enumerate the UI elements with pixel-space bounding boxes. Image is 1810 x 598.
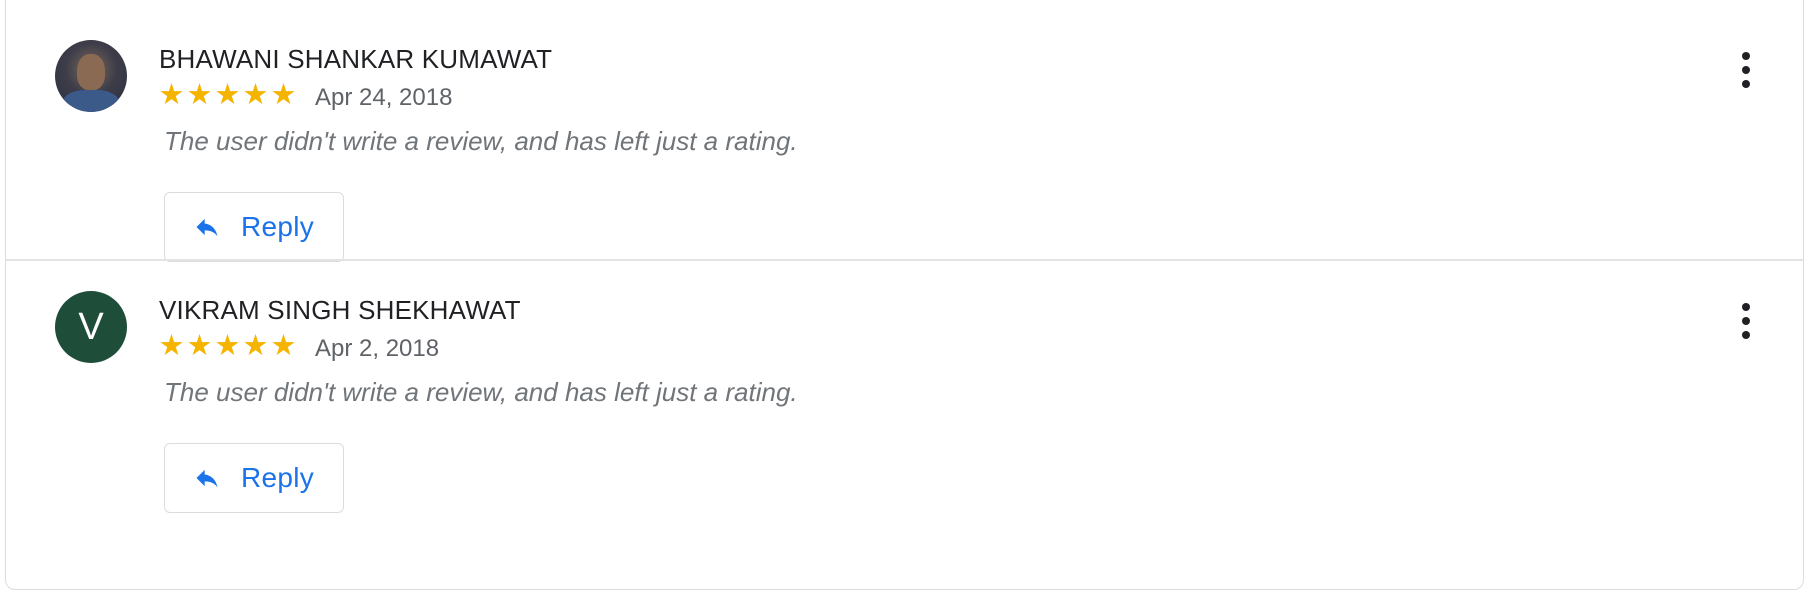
dot: [1742, 80, 1750, 88]
dot: [1742, 66, 1750, 74]
reviews-card: BHAWANI SHANKAR KUMAWAT ★ ★ ★ ★ ★ Apr 24…: [5, 0, 1804, 590]
star-icon: ★: [186, 330, 213, 362]
reviewer-name: BHAWANI SHANKAR KUMAWAT: [159, 44, 553, 74]
more-vert-icon[interactable]: [1734, 301, 1758, 341]
review-item: V VIKRAM SINGH SHEKHAWAT ★ ★ ★ ★ ★ Apr 2…: [6, 259, 1803, 551]
star-icon: ★: [270, 330, 297, 362]
reply-icon: [196, 218, 218, 237]
star-rating: ★ ★ ★ ★ ★: [158, 80, 297, 110]
more-vert-icon[interactable]: [1734, 50, 1758, 90]
star-icon: ★: [270, 79, 297, 111]
reply-label: Reply: [241, 211, 315, 242]
review-text: The user didn't write a review, and has …: [164, 377, 798, 407]
star-icon: ★: [158, 79, 185, 111]
reply-button[interactable]: Reply: [164, 443, 344, 513]
dot: [1742, 52, 1750, 60]
review-text: The user didn't write a review, and has …: [164, 126, 798, 156]
reply-label: Reply: [241, 462, 315, 493]
review-date: Apr 24, 2018: [315, 84, 453, 111]
avatar: [55, 40, 127, 112]
reply-button[interactable]: Reply: [164, 192, 344, 262]
dot: [1742, 317, 1750, 325]
star-icon: ★: [186, 79, 213, 111]
star-rating: ★ ★ ★ ★ ★: [158, 331, 297, 361]
dot: [1742, 303, 1750, 311]
reply-icon: [196, 469, 218, 488]
review-item: BHAWANI SHANKAR KUMAWAT ★ ★ ★ ★ ★ Apr 24…: [6, 10, 1803, 300]
star-icon: ★: [214, 79, 241, 111]
review-date: Apr 2, 2018: [315, 335, 440, 362]
avatar: V: [55, 291, 127, 363]
avatar-shirt: [63, 90, 119, 112]
star-icon: ★: [242, 330, 269, 362]
avatar-face: [77, 54, 105, 90]
star-icon: ★: [158, 330, 185, 362]
star-icon: ★: [214, 330, 241, 362]
star-icon: ★: [242, 79, 269, 111]
reviewer-name: VIKRAM SINGH SHEKHAWAT: [159, 295, 521, 325]
dot: [1742, 331, 1750, 339]
